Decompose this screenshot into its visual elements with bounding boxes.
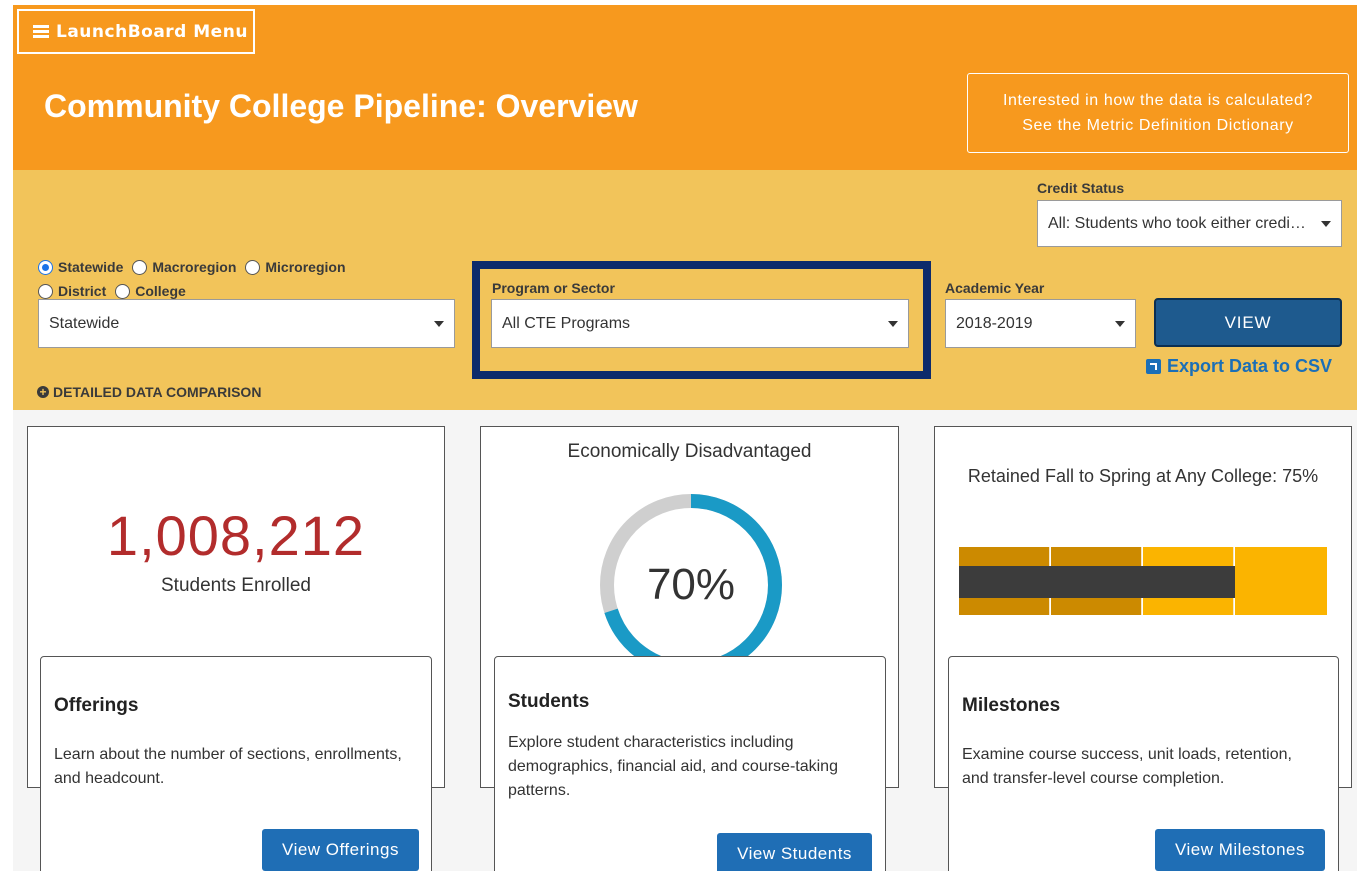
- credit-status-select[interactable]: All: Students who took either credit or …: [1037, 200, 1342, 247]
- chevron-down-icon: [1321, 220, 1331, 227]
- view-button[interactable]: VIEW: [1154, 298, 1342, 347]
- milestones-description: Examine course success, unit loads, rete…: [962, 746, 1292, 787]
- hamburger-icon: [33, 24, 49, 39]
- filter-panel: Credit Status All: Students who took eit…: [13, 170, 1357, 410]
- students-enrolled-caption: Students Enrolled: [161, 575, 311, 596]
- dictionary-line-2: See the Metric Definition Dictionary: [1022, 117, 1294, 134]
- program-label: Program or Sector: [492, 280, 615, 296]
- academic-year-value: 2018-2019: [956, 314, 1033, 332]
- students-chart-title: Economically Disadvantaged: [567, 441, 812, 462]
- students-description: Explore student characteristics includin…: [508, 734, 838, 799]
- radio-label: Macroregion: [152, 259, 237, 275]
- milestones-heading: Milestones: [962, 695, 1061, 716]
- view-milestones-button[interactable]: View Milestones: [1155, 829, 1325, 871]
- export-csv-link[interactable]: Export Data to CSV: [1146, 356, 1332, 377]
- detailed-comparison-toggle[interactable]: + DETAILED DATA COMPARISON: [37, 384, 261, 400]
- menu-label: LaunchBoard Menu: [56, 21, 248, 42]
- chevron-down-icon: [888, 320, 898, 327]
- launchboard-menu-button[interactable]: LaunchBoard Menu: [17, 9, 255, 54]
- offerings-heading: Offerings: [54, 695, 139, 716]
- program-value: All CTE Programs: [502, 314, 631, 332]
- credit-status-value: All: Students who took either credit or …: [1048, 214, 1307, 232]
- radio-microregion[interactable]: Microregion: [245, 259, 346, 275]
- page-header: LaunchBoard Menu Community College Pipel…: [13, 5, 1357, 170]
- retention-bullet-chart: [959, 547, 1327, 617]
- donut-percent-label: 70%: [646, 560, 736, 609]
- radio-macroregion[interactable]: Macroregion: [132, 259, 236, 275]
- radio-college[interactable]: College: [115, 283, 186, 299]
- bullet-band-4: [1235, 547, 1327, 615]
- milestones-info-panel: Milestones Examine course success, unit …: [948, 656, 1339, 871]
- radio-unchecked-icon: [38, 283, 53, 299]
- students-enrolled-number: 1,008,212: [106, 504, 366, 567]
- radio-unchecked-icon: [115, 283, 131, 299]
- page: LaunchBoard Menu Community College Pipel…: [0, 0, 1357, 871]
- radio-statewide[interactable]: Statewide: [38, 259, 123, 275]
- plus-circle-icon: +: [37, 386, 49, 398]
- students-heading: Students: [508, 691, 590, 712]
- view-offerings-button[interactable]: View Offerings: [262, 829, 419, 871]
- overview-cards: 1,008,212 Students Enrolled Offerings Le…: [13, 410, 1357, 871]
- bullet-value-bar: [959, 566, 1235, 598]
- radio-label: Microregion: [265, 259, 346, 275]
- offerings-description: Learn about the number of sections, enro…: [54, 746, 402, 787]
- chevron-down-icon: [1115, 320, 1125, 327]
- milestones-chart-title: Retained Fall to Spring at Any College: …: [967, 466, 1319, 486]
- radio-district[interactable]: District: [38, 283, 106, 299]
- radio-label: Statewide: [58, 259, 124, 275]
- radio-label: District: [58, 283, 107, 299]
- program-select[interactable]: All CTE Programs: [491, 299, 909, 348]
- external-link-icon: [1146, 359, 1161, 374]
- metric-dictionary-link[interactable]: Interested in how the data is calculated…: [967, 73, 1349, 153]
- offerings-info-panel: Offerings Learn about the number of sect…: [40, 656, 432, 871]
- export-label: Export Data to CSV: [1167, 356, 1333, 376]
- detailed-comparison-label: DETAILED DATA COMPARISON: [53, 384, 262, 400]
- dictionary-line-1: Interested in how the data is calculated…: [1002, 92, 1314, 109]
- geography-value: Statewide: [49, 314, 120, 332]
- credit-status-label: Credit Status: [1037, 180, 1125, 196]
- academic-year-select[interactable]: 2018-2019: [945, 299, 1136, 348]
- radio-unchecked-icon: [132, 259, 148, 275]
- page-title: Community College Pipeline: Overview: [44, 88, 638, 124]
- economically-disadvantaged-donut: 70%: [593, 487, 789, 683]
- academic-year-label: Academic Year: [945, 280, 1045, 296]
- radio-unchecked-icon: [245, 259, 261, 275]
- geography-radio-group: Statewide Macroregion Microregion Distri…: [38, 255, 398, 303]
- geography-select[interactable]: Statewide: [38, 299, 455, 348]
- students-info-panel: Students Explore student characteristics…: [494, 656, 886, 871]
- chevron-down-icon: [434, 320, 444, 327]
- radio-label: College: [135, 283, 186, 299]
- view-students-button[interactable]: View Students: [717, 833, 872, 871]
- radio-checked-icon: [38, 259, 53, 275]
